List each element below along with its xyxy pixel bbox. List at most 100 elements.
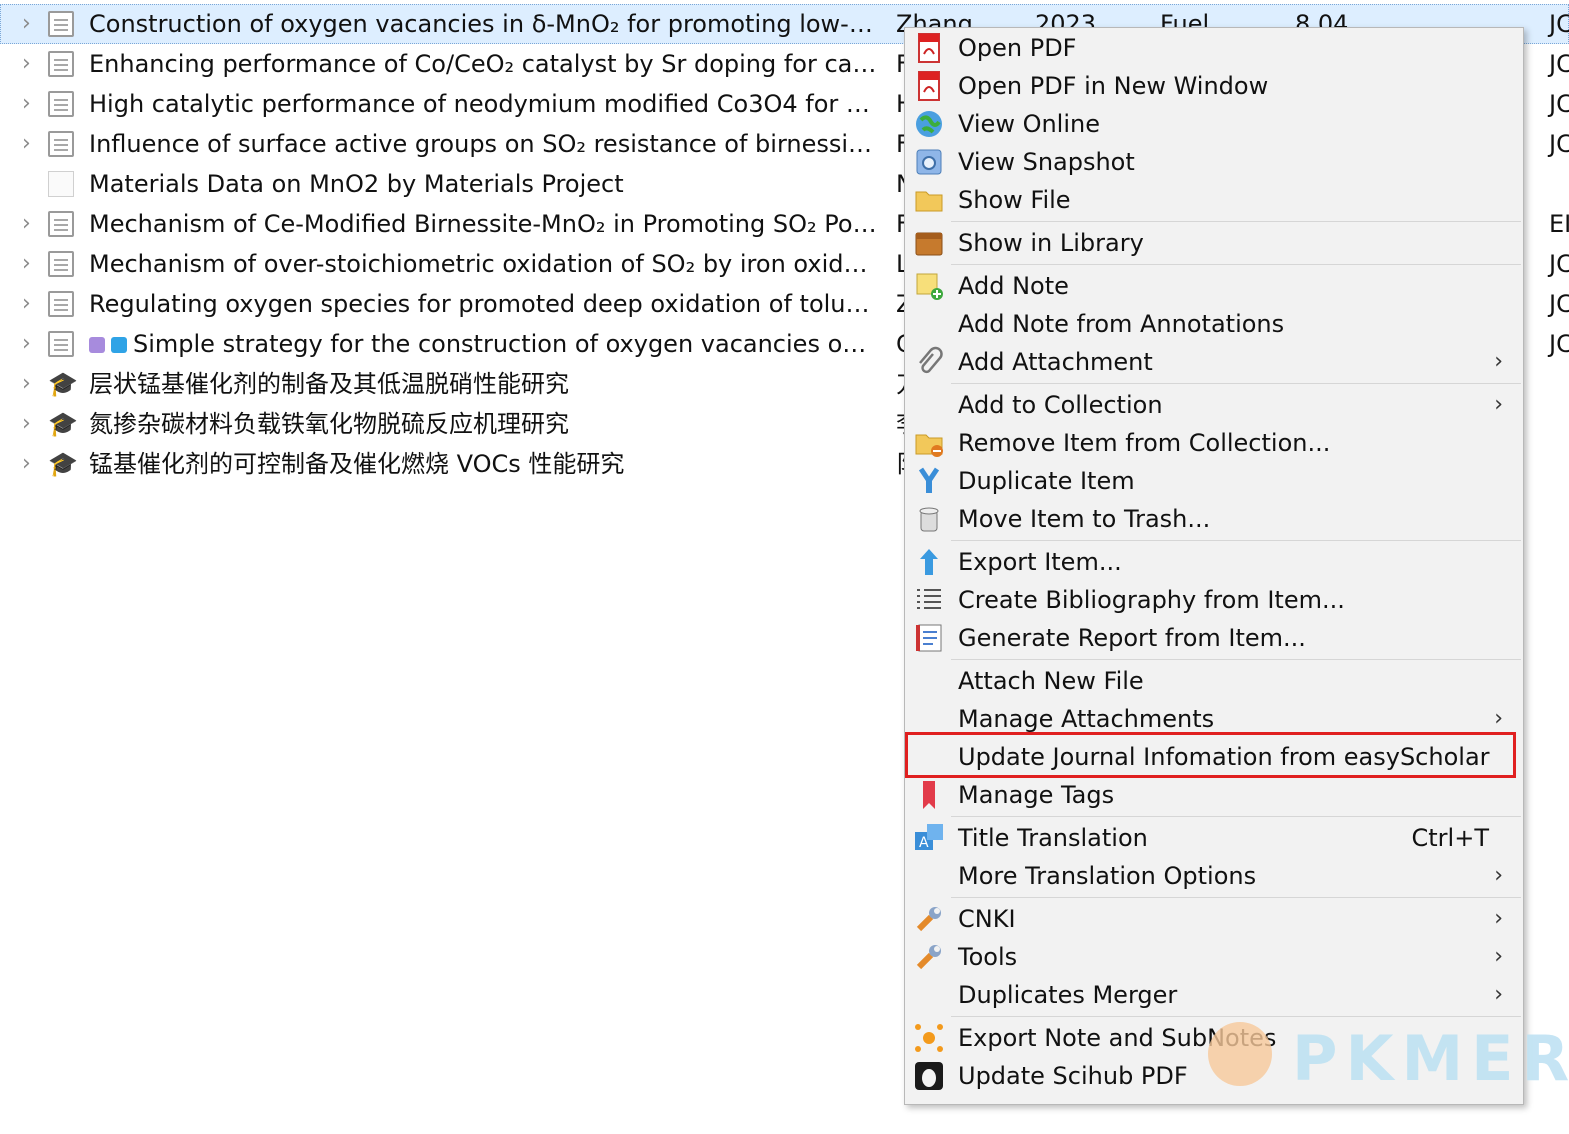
menu-item-title-translation[interactable]: A Title Translation Ctrl+T: [905, 819, 1523, 857]
menu-item-label: View Snapshot: [958, 148, 1135, 176]
document-icon: [48, 11, 74, 37]
item-title: Construction of oxygen vacancies in δ-Mn…: [89, 4, 879, 44]
document-icon: [48, 91, 74, 117]
menu-separator: [951, 659, 1521, 660]
expand-chevron-icon[interactable]: ›: [22, 124, 42, 164]
menu-item-add-note[interactable]: Add Note: [905, 267, 1523, 305]
color-tag-icon: [111, 337, 127, 353]
thesis-icon: 🎓: [48, 370, 78, 398]
submenu-chevron-icon: ›: [1494, 906, 1503, 931]
menu-item-label: CNKI: [958, 905, 1016, 933]
menu-item-label: Attach New File: [958, 667, 1144, 695]
document-icon: [48, 291, 74, 317]
expand-chevron-icon[interactable]: ›: [22, 404, 42, 444]
expand-chevron-icon[interactable]: ›: [22, 4, 42, 44]
menu-item-generate-report-from-item[interactable]: Generate Report from Item...: [905, 619, 1523, 657]
menu-item-label: Create Bibliography from Item...: [958, 586, 1345, 614]
menu-item-show-in-library[interactable]: Show in Library: [905, 224, 1523, 262]
menu-item-label: Duplicates Merger: [958, 981, 1178, 1009]
item-title: 氮掺杂碳材料负载铁氧化物脱硫反应机理研究: [89, 404, 879, 444]
menu-item-label: Update Scihub PDF: [958, 1062, 1188, 1090]
menu-separator: [951, 221, 1521, 222]
menu-item-create-bibliography-from-item[interactable]: Create Bibliography from Item...: [905, 581, 1523, 619]
menu-item-view-online[interactable]: View Online: [905, 105, 1523, 143]
item-title: Regulating oxygen species for promoted d…: [89, 284, 879, 324]
menu-item-move-item-to-trash[interactable]: Move Item to Trash...: [905, 500, 1523, 538]
export-icon: [913, 546, 945, 578]
menu-item-duplicates-merger[interactable]: Duplicates Merger ›: [905, 976, 1523, 1014]
menu-item-label: Add Note from Annotations: [958, 310, 1285, 338]
menu-item-open-pdf[interactable]: Open PDF: [905, 29, 1523, 67]
menu-item-add-to-collection[interactable]: Add to Collection ›: [905, 386, 1523, 424]
submenu-chevron-icon: ›: [1494, 863, 1503, 888]
color-tag-icon: [89, 337, 105, 353]
expand-chevron-icon[interactable]: ›: [22, 324, 42, 364]
menu-item-label: Duplicate Item: [958, 467, 1135, 495]
menu-item-tools[interactable]: Tools ›: [905, 938, 1523, 976]
item-title-text: Influence of surface active groups on SO…: [89, 130, 879, 158]
item-journal-type: JC: [1549, 250, 1569, 278]
item-journal-type: EI: [1549, 210, 1569, 238]
translate-icon: A: [913, 822, 945, 854]
camera-icon: [913, 146, 945, 178]
item-journal-type: JC: [1549, 130, 1569, 158]
expand-chevron-icon[interactable]: ›: [22, 364, 42, 404]
menu-separator: [951, 1016, 1521, 1017]
menu-item-label: Export Item...: [958, 548, 1122, 576]
thesis-icon: 🎓: [48, 450, 78, 478]
menu-item-label: Manage Tags: [958, 781, 1115, 809]
expand-chevron-icon[interactable]: ›: [22, 44, 42, 84]
item-title-text: Mechanism of Ce-Modified Birnessite-MnO₂…: [89, 210, 879, 238]
document-icon: [48, 211, 74, 237]
menu-item-label: Tools: [958, 943, 1018, 971]
item-title: Mechanism of Ce-Modified Birnessite-MnO₂…: [89, 204, 879, 244]
menu-item-label: Open PDF in New Window: [958, 72, 1269, 100]
item-title: Simple strategy for the construction of …: [89, 324, 879, 364]
duplicate-icon: [913, 465, 945, 497]
expand-chevron-icon[interactable]: ›: [22, 244, 42, 284]
watermark-text: PKMER: [1292, 1022, 1569, 1095]
folder-icon: [913, 184, 945, 216]
menu-item-label: Generate Report from Item...: [958, 624, 1306, 652]
menu-item-show-file[interactable]: Show File: [905, 181, 1523, 219]
menu-item-duplicate-item[interactable]: Duplicate Item: [905, 462, 1523, 500]
expand-chevron-icon[interactable]: ›: [22, 444, 42, 484]
expand-chevron-icon[interactable]: ›: [22, 204, 42, 244]
menu-item-add-attachment[interactable]: Add Attachment ›: [905, 343, 1523, 381]
item-title: Mechanism of over-stoichiometric oxidati…: [89, 244, 879, 284]
submenu-chevron-icon: ›: [1494, 982, 1503, 1007]
paperclip-icon: [913, 346, 945, 378]
submenu-chevron-icon: ›: [1494, 392, 1503, 417]
item-title-text: Mechanism of over-stoichiometric oxidati…: [89, 250, 879, 278]
submenu-chevron-icon: ›: [1494, 944, 1503, 969]
menu-item-label: Add Note: [958, 272, 1069, 300]
item-journal-type: JC: [1549, 10, 1569, 38]
folder-remove-icon: [913, 427, 945, 459]
menu-item-attach-new-file[interactable]: Attach New File: [905, 662, 1523, 700]
document-icon: [48, 131, 74, 157]
menu-item-label: Show File: [958, 186, 1071, 214]
menu-item-open-pdf-in-new-window[interactable]: Open PDF in New Window: [905, 67, 1523, 105]
menu-item-manage-tags[interactable]: Manage Tags: [905, 776, 1523, 814]
menu-item-more-translation-options[interactable]: More Translation Options ›: [905, 857, 1523, 895]
pkmer-logo-icon: [1208, 1022, 1272, 1086]
report-icon: [913, 622, 945, 654]
document-icon: [48, 331, 74, 357]
menu-item-view-snapshot[interactable]: View Snapshot: [905, 143, 1523, 181]
menu-item-remove-item-from-collection[interactable]: Remove Item from Collection...: [905, 424, 1523, 462]
bibliography-icon: [913, 584, 945, 616]
scihub-icon: [913, 1060, 945, 1092]
menu-item-label: Add to Collection: [958, 391, 1163, 419]
menu-item-label: View Online: [958, 110, 1100, 138]
menu-separator: [951, 383, 1521, 384]
item-journal-type: JC: [1549, 50, 1569, 78]
menu-item-cnki[interactable]: CNKI ›: [905, 900, 1523, 938]
menu-item-export-item[interactable]: Export Item...: [905, 543, 1523, 581]
expand-chevron-icon[interactable]: ›: [22, 284, 42, 324]
wrench-icon: [913, 903, 945, 935]
pkmer-watermark: PKMER: [1208, 1018, 1569, 1098]
menu-item-add-note-from-annotations[interactable]: Add Note from Annotations: [905, 305, 1523, 343]
menu-separator: [951, 897, 1521, 898]
expand-chevron-icon[interactable]: ›: [22, 84, 42, 124]
menu-item-shortcut: Ctrl+T: [1411, 824, 1489, 852]
